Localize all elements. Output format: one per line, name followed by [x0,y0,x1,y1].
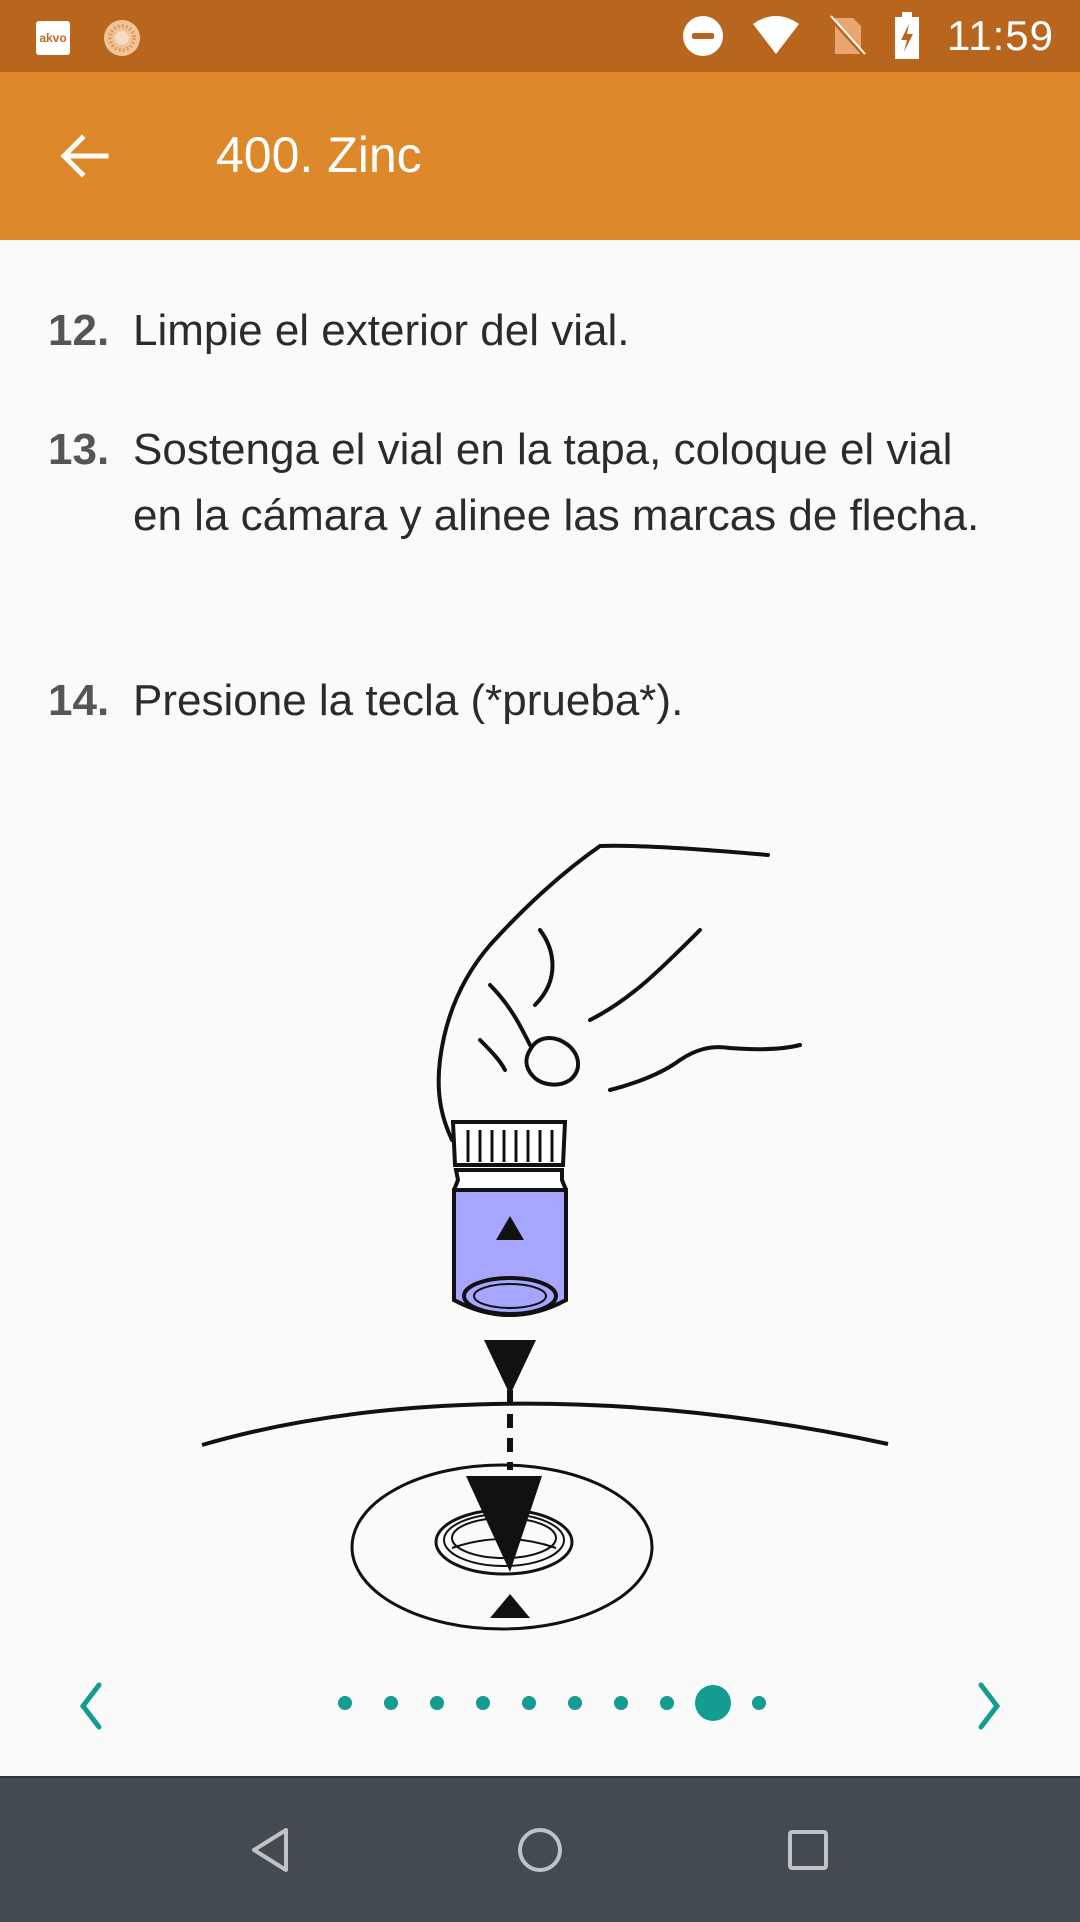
step-item: 14. Presione la tecla (*prueba*). [48,668,1008,734]
nav-back-button[interactable] [238,1818,302,1882]
battery-charging-icon [895,12,919,59]
page-dot[interactable] [384,1696,398,1710]
nav-home-button[interactable] [508,1818,572,1882]
arrow-left-icon [60,134,109,178]
app-bar: 400. Zinc [0,72,1080,240]
nav-recents-button[interactable] [776,1818,840,1882]
akvo-icon: akvo [36,21,70,55]
step-text: Presione la tecla (*prueba*). [133,676,684,725]
back-triangle-icon [252,1828,288,1872]
home-circle-icon [518,1828,562,1872]
page-dot[interactable] [338,1696,352,1710]
page-dot[interactable] [568,1696,582,1710]
page-dot[interactable] [752,1696,766,1710]
step-item: 12. Limpie el exterior del vial. [48,298,1008,364]
step-number: 12. [48,306,110,355]
page-dot-active[interactable] [695,1685,731,1721]
vial-insertion-illustration [201,843,889,1631]
next-page-button[interactable] [960,1676,1020,1736]
step-text: Sostenga el vial en la tapa, coloque el … [133,425,980,540]
chevron-right-icon [978,1682,1001,1730]
page-dot[interactable] [522,1696,536,1710]
do-not-disturb-icon [683,16,723,56]
back-button[interactable] [44,116,124,196]
status-time: 11:59 [947,12,1054,59]
recents-square-icon [788,1830,828,1870]
status-bar: akvo 11:59 [0,0,1080,72]
page-dot[interactable] [614,1696,628,1710]
no-sim-icon [827,14,867,58]
step-text: Limpie el exterior del vial. [133,306,630,355]
wifi-icon [753,16,799,54]
sun-icon [104,20,140,56]
page-indicator [0,1668,1080,1738]
pager [0,1668,1080,1738]
system-navigation-bar [0,1776,1080,1922]
page-title: 400. Zinc [216,127,422,183]
step-item: 13. Sostenga el vial en la tapa, coloque… [48,417,1008,549]
step-number: 13. [48,425,110,474]
page-dot[interactable] [476,1696,490,1710]
step-number: 14. [48,676,110,725]
page-dot[interactable] [430,1696,444,1710]
page-dot[interactable] [660,1696,674,1710]
